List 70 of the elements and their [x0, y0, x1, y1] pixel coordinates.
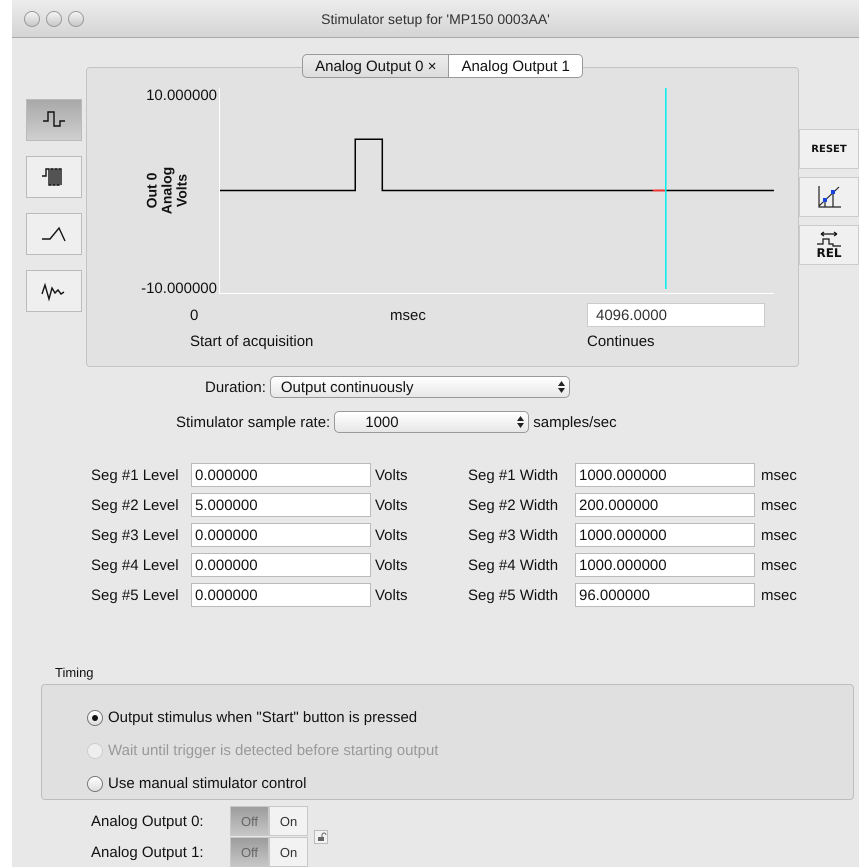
unit-label: Volts: [375, 556, 409, 574]
tab[interactable]: Analog Output 0 ×: [302, 54, 450, 78]
unit-label: msec: [761, 466, 798, 484]
field-label: Seg #2 Width: [468, 496, 560, 514]
unit-label: Volts: [375, 526, 409, 544]
field-label: Seg #3 Width: [468, 526, 560, 544]
level-field[interactable]: 0.000000: [191, 523, 371, 547]
stepper-icon: [558, 381, 565, 393]
scale-button[interactable]: [799, 177, 859, 217]
duration-label: Duration:: [205, 378, 266, 396]
unit-label: msec: [761, 586, 798, 604]
toggle-segment[interactable]: On: [269, 837, 308, 867]
window-title: Stimulator setup for 'MP150 0003AA': [321, 10, 550, 26]
unit-label: msec: [761, 526, 798, 544]
zoom-button[interactable]: [68, 11, 84, 27]
reset-button[interactable]: RESET: [799, 129, 859, 169]
field-label: Seg #2 Level: [91, 496, 180, 514]
radio-button[interactable]: [87, 710, 103, 726]
field-label: Seg #1 Width: [468, 466, 560, 484]
lock-icon[interactable]: [314, 830, 328, 844]
end-caption: Continues: [587, 332, 656, 350]
axis-tick-label: -10.000000: [141, 281, 217, 297]
axis-tick-label: 10.000000: [146, 88, 217, 104]
group-title: Timing: [55, 665, 95, 680]
start-caption: Start of acquisition: [190, 332, 314, 350]
unit-label: Volts: [375, 466, 409, 484]
unit-label: samples/sec: [533, 414, 617, 430]
field-label: Seg #4 Width: [468, 556, 560, 574]
pulse-shift-icon: [815, 231, 843, 247]
radio-option[interactable]: Use manual stimulator control: [87, 773, 853, 794]
relative-button[interactable]: REL: [799, 225, 859, 265]
tab[interactable]: Analog Output 1: [449, 54, 583, 78]
waveform-button[interactable]: [26, 99, 82, 141]
waveform-button[interactable]: [26, 156, 82, 198]
level-field[interactable]: 5.000000: [191, 493, 371, 517]
field-label: Seg #3 Level: [91, 526, 180, 544]
waveform-button[interactable]: [26, 270, 82, 312]
axis-tick-label: 0: [190, 306, 200, 324]
unit-label: msec: [761, 556, 798, 574]
toggle-segment[interactable]: On: [269, 806, 308, 836]
duration-dropdown[interactable]: Output continuously: [270, 376, 570, 398]
close-button[interactable]: [24, 11, 40, 27]
field-label: Seg #1 Level: [91, 466, 180, 484]
level-field[interactable]: 0.000000: [191, 583, 371, 607]
width-field[interactable]: 96.000000: [575, 583, 755, 607]
unit-label: msec: [761, 496, 798, 514]
radio-button[interactable]: [87, 776, 103, 792]
radio-option[interactable]: Output stimulus when "Start" button is pressed: [87, 707, 853, 728]
width-field[interactable]: 1000.000000: [575, 463, 755, 487]
field-label: Seg #4 Level: [91, 556, 180, 574]
axis-label: msec: [390, 306, 427, 324]
end-time-field[interactable]: 4096.0000: [587, 303, 765, 327]
unit-label: Volts: [375, 496, 409, 514]
segment-marker: [652, 190, 666, 192]
width-field[interactable]: 1000.000000: [575, 523, 755, 547]
minimize-button[interactable]: [46, 11, 62, 27]
scale-graph-icon: [816, 184, 842, 210]
sample-rate-label: Stimulator sample rate:: [176, 414, 330, 430]
stepper-icon: [517, 416, 524, 428]
width-field[interactable]: 1000.000000: [575, 553, 755, 577]
sample-rate-dropdown[interactable]: 1000: [334, 411, 530, 433]
field-label: Seg #5 Width: [468, 586, 560, 604]
width-field[interactable]: 200.000000: [575, 493, 755, 517]
level-field[interactable]: 0.000000: [191, 553, 371, 577]
output-label: Analog Output 0:: [91, 812, 205, 830]
unit-label: Volts: [375, 586, 409, 604]
axis-label: Out 0 Analog Volts: [144, 166, 190, 216]
output-label: Analog Output 1:: [91, 844, 205, 860]
field-label: Seg #5 Level: [91, 586, 180, 604]
level-field[interactable]: 0.000000: [191, 463, 371, 487]
